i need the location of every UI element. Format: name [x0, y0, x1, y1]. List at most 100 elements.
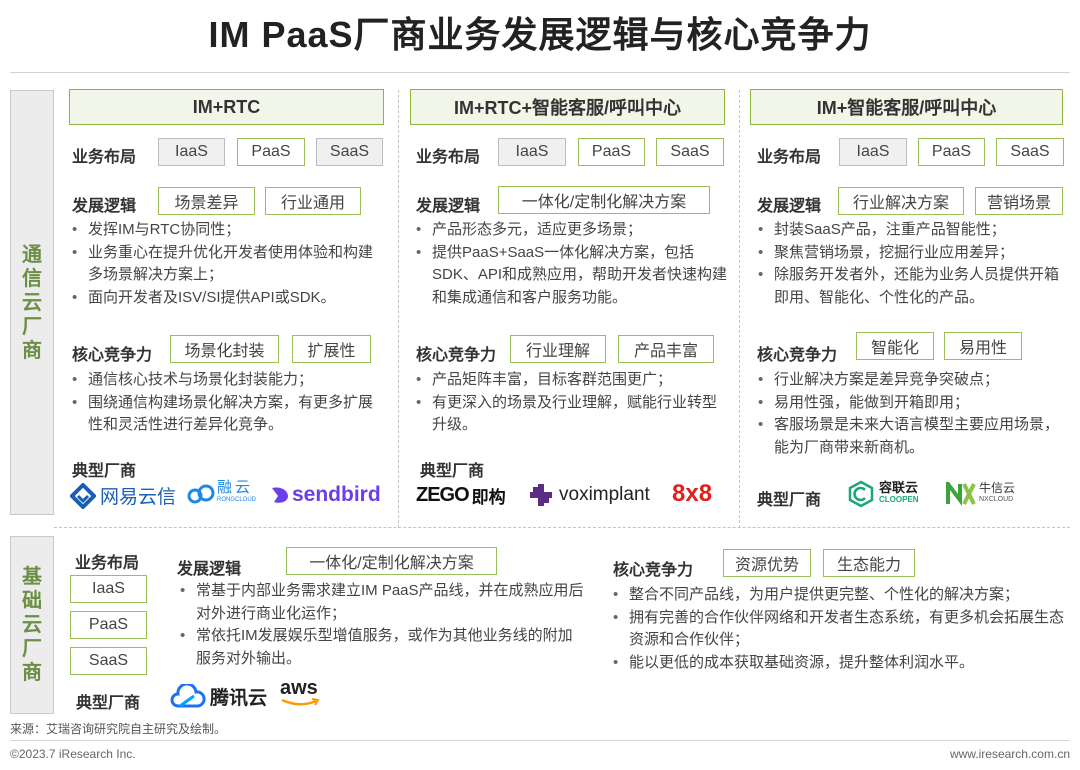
core-tag: 产品丰富 [618, 335, 714, 363]
layout-label: 业务布局 [757, 149, 822, 166]
nxcloud-icon [946, 482, 976, 506]
tencent-cloud-icon [170, 683, 206, 707]
rongcloud-icon [187, 484, 215, 504]
bullet-item: 行业解决方案是差异竞争突破点； [754, 369, 1064, 392]
rongcloud-subname: RONGCLOUD [217, 497, 257, 503]
site-url[interactable]: www.iresearch.com.cn [950, 747, 1070, 761]
logic-label: 发展逻辑 [72, 198, 137, 215]
side-label-char: 商 [22, 339, 42, 362]
layout-label: 业务布局 [416, 149, 481, 166]
tag-paas: PaaS [70, 611, 147, 639]
tag-saas: SaaS [70, 647, 147, 675]
logic-tag: 营销场景 [975, 187, 1063, 215]
bullet-item: 整合不同产品线，为用户提供更完整、个性化的解决方案； [609, 584, 1069, 607]
bullet-item: 聚焦营销场景，挖掘行业应用差异； [754, 242, 1064, 265]
bullet-item: 常依托IM发展娱乐型增值服务，或作为其他业务线的附加服务对外输出。 [176, 625, 586, 670]
bullet-item: 提供PaaS+SaaS一体化解决方案，包括SDK、API和成熟应用，帮助开发者快… [412, 242, 730, 310]
bullet-item: 产品矩阵丰富，目标客群范围更广； [412, 369, 727, 392]
tag-iaas: IaaS [839, 138, 907, 166]
core-bullets: 整合不同产品线，为用户提供更完整、个性化的解决方案； 拥有完善的合作伙伴网络和开… [609, 584, 1069, 674]
tag-saas: SaaS [316, 138, 383, 166]
nxcloud-name: 牛信云 [979, 481, 1016, 495]
bullet-item: 面向开发者及ISV/SI提供API或SDK。 [68, 287, 383, 310]
core-bullets: 产品矩阵丰富，目标客群范围更广； 有更深入的场景及行业理解，赋能行业转型升级。 [412, 369, 727, 437]
vendors-label: 典型厂商 [757, 492, 822, 509]
logic-tag: 一体化/定制化解决方案 [498, 186, 710, 214]
logic-label: 发展逻辑 [177, 561, 242, 578]
core-tag: 智能化 [856, 332, 934, 360]
bullet-item: 除服务开发者外，还能为业务人员提供开箱即用、智能化、个性化的产品。 [754, 264, 1064, 309]
side-label-char: 础 [22, 590, 42, 612]
core-label: 核心竞争力 [416, 347, 497, 364]
nxcloud-subname: NXCLOUD [979, 496, 1014, 503]
tag-iaas: IaaS [70, 575, 147, 603]
bullet-item: 客服场景是未来大语言模型主要应用场景，能为厂商带来新商机。 [754, 414, 1064, 459]
side-label-char: 基 [22, 566, 42, 588]
logic-bullets: 封装SaaS产品，注重产品智能性； 聚焦营销场景，挖掘行业应用差异； 除服务开发… [754, 219, 1064, 309]
tencent-cloud-logo: 腾讯云 [170, 683, 267, 710]
bullet-item: 有更深入的场景及行业理解，赋能行业转型升级。 [412, 392, 727, 437]
core-tag: 场景化封装 [170, 335, 279, 363]
bullet-item: 常基于内部业务需求建立IM PaaS产品线，并在成熟应用后对外进行商业化运作； [176, 580, 586, 625]
logic-label: 发展逻辑 [416, 198, 481, 215]
side-label-char: 云 [22, 291, 42, 314]
rongcloud-name: 融云 [217, 479, 254, 496]
voximplant-icon [530, 484, 552, 506]
section-divider [54, 527, 1070, 528]
core-bullets: 行业解决方案是差异竞争突破点； 易用性强，能做到开箱即用； 客服场景是未来大语言… [754, 369, 1064, 459]
logic-bullets: 产品形态多元，适应更多场景； 提供PaaS+SaaS一体化解决方案，包括SDK、… [412, 219, 730, 309]
core-label: 核心竞争力 [613, 562, 694, 579]
bullet-item: 发挥IM与RTC协同性； [68, 219, 383, 242]
netease-icon [70, 482, 96, 509]
column-header-im-cs: IM+智能客服/呼叫中心 [750, 89, 1063, 125]
side-label-char: 云 [22, 614, 42, 636]
tag-iaas: IaaS [498, 138, 566, 166]
bullet-item: 能以更低的成本获取基础资源，提升整体利润水平。 [609, 652, 1069, 675]
column-divider [398, 90, 399, 528]
side-label-telecom: 通 信 云 厂 商 [10, 90, 54, 515]
core-label: 核心竞争力 [757, 347, 838, 364]
vendors-label: 典型厂商 [76, 695, 141, 712]
bullet-item: 通信核心技术与场景化封装能力； [68, 369, 383, 392]
zego-cn-name: 即构 [471, 488, 506, 507]
copyright: ©2023.7 iResearch Inc. [10, 747, 136, 761]
vendors-label: 典型厂商 [72, 463, 137, 480]
8x8-name: 8x8 [672, 480, 713, 507]
ronglian-icon [848, 480, 874, 508]
nxcloud-logo: 牛信云 NXCLOUD [946, 482, 1015, 506]
core-tag: 生态能力 [823, 549, 915, 577]
title-divider [10, 72, 1070, 73]
column-header-im-rtc: IM+RTC [69, 89, 384, 125]
aws-smile-icon [281, 698, 320, 706]
voximplant-logo: voximplant [528, 482, 650, 508]
logic-bullets: 发挥IM与RTC协同性； 业务重心在提升优化开发者使用体验和构建多场景解决方案上… [68, 219, 383, 309]
side-label-char: 商 [22, 662, 42, 684]
logic-tag: 行业解决方案 [838, 187, 964, 215]
tag-iaas: IaaS [158, 138, 225, 166]
rongcloud-logo: 融云 RONGCLOUD [187, 479, 257, 506]
column-header-im-rtc-cs: IM+RTC+智能客服/呼叫中心 [410, 89, 725, 125]
sendbird-logo: sendbird [270, 483, 381, 507]
tencent-cloud-name: 腾讯云 [210, 688, 268, 709]
side-label-infra: 基 础 云 厂 商 [10, 536, 54, 714]
core-tag: 行业理解 [510, 335, 606, 363]
vendors-label: 典型厂商 [420, 463, 485, 480]
bullet-item: 拥有完善的合作伙伴网络和开发者生态系统，有更多机会拓展生态资源和合作伙伴； [609, 607, 1069, 652]
ronglian-subname: CLOOPEN [879, 495, 919, 504]
tag-saas: SaaS [656, 138, 724, 166]
aws-name: aws [280, 677, 318, 699]
bullet-item: 业务重心在提升优化开发者使用体验和构建多场景解决方案上； [68, 242, 383, 287]
sendbird-name: sendbird [292, 483, 381, 506]
core-tag: 易用性 [944, 332, 1022, 360]
voximplant-name: voximplant [559, 484, 650, 505]
logic-tag: 行业通用 [265, 187, 361, 215]
ronglian-name: 容联云 [879, 480, 919, 495]
side-label-char: 厂 [22, 638, 42, 660]
core-tag: 扩展性 [292, 335, 371, 363]
ronglian-logo: 容联云 CLOOPEN [847, 480, 919, 508]
bullet-item: 易用性强，能做到开箱即用； [754, 392, 1064, 415]
tag-paas: PaaS [237, 138, 305, 166]
bullet-item: 围绕通信构建场景化解决方案，有更多扩展性和灵活性进行差异化竞争。 [68, 392, 383, 437]
8x8-logo: 8x8 [672, 480, 712, 508]
core-label: 核心竞争力 [72, 347, 153, 364]
